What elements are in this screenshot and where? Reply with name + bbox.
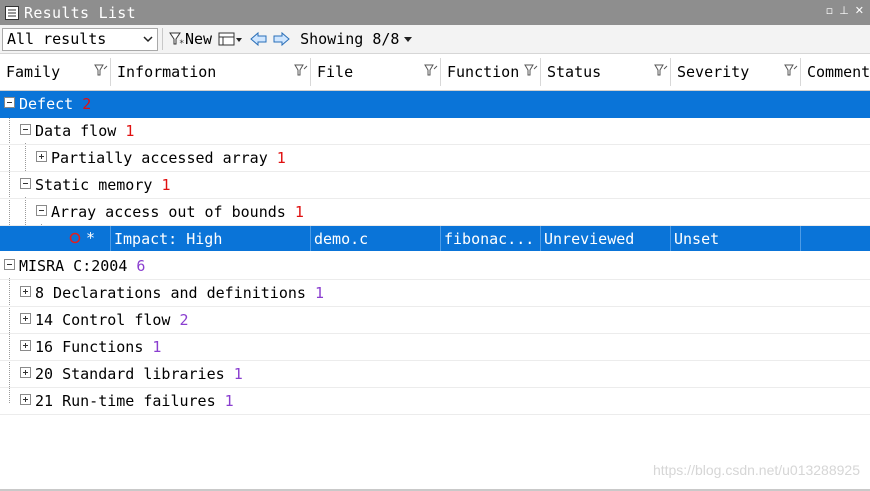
result-severity[interactable]: Unset <box>671 226 800 251</box>
tree-node-count: 1 <box>233 365 243 383</box>
tree-node-data-flow[interactable]: Data flow 1 <box>0 118 870 145</box>
tree-node-count: 1 <box>161 176 171 194</box>
expand-icon[interactable] <box>20 394 31 405</box>
window-title: Results List <box>24 3 136 22</box>
tree-node-count: 1 <box>294 203 304 221</box>
new-button-label: New <box>185 30 213 48</box>
previous-arrow-icon <box>250 31 267 47</box>
collapse-icon[interactable] <box>4 97 15 108</box>
column-filter-icon[interactable] <box>294 64 308 78</box>
tree-node-label: Defect <box>19 95 74 113</box>
column-information-label: Information <box>117 63 217 81</box>
tree-node-label: 16 Functions <box>35 338 144 356</box>
column-filter-icon[interactable] <box>654 64 668 78</box>
expand-icon[interactable] <box>20 367 31 378</box>
results-filter-value: All results <box>7 30 107 48</box>
result-information: Impact: High <box>114 229 223 248</box>
results-filter-select[interactable]: All results <box>2 27 158 51</box>
tree-node-misra[interactable]: MISRA C:2004 6 <box>0 253 870 280</box>
results-toolbar: All results * New Showing 8/8 <box>0 25 870 54</box>
previous-result-button[interactable] <box>250 31 268 47</box>
tree-node-label: MISRA C:2004 <box>19 257 128 275</box>
column-family-label: Family <box>6 63 61 81</box>
svg-text:*: * <box>179 39 184 47</box>
tree-node-count: 1 <box>152 338 162 356</box>
result-marker: * <box>86 229 96 247</box>
watermark-text: https://blog.csdn.net/u013288925 <box>652 462 860 478</box>
column-status[interactable]: Status <box>541 54 669 90</box>
tree-node-array-access-out-of-bounds[interactable]: Array access out of bounds 1 <box>0 199 870 226</box>
column-severity[interactable]: Severity <box>671 54 799 90</box>
column-file[interactable]: File <box>311 54 439 90</box>
tree-node-label: 8 Declarations and definitions <box>35 284 306 302</box>
column-filter-icon[interactable] <box>94 64 108 78</box>
collapse-icon[interactable] <box>20 124 31 135</box>
tree-node-static-memory[interactable]: Static memory 1 <box>0 172 870 199</box>
column-comment[interactable]: Comment <box>801 54 870 90</box>
column-header: Family Information File Function Status … <box>0 54 870 91</box>
tree-node-partially-accessed-array[interactable]: Partially accessed array 1 <box>0 145 870 172</box>
tree-node-count: 1 <box>125 122 135 140</box>
column-severity-label: Severity <box>677 63 750 81</box>
result-row[interactable]: * Impact: High demo.c fibonac... Unrevie… <box>0 226 870 251</box>
tree-node-label: Array access out of bounds <box>51 203 286 221</box>
column-filter-icon[interactable] <box>524 64 538 78</box>
tree-node-count: 6 <box>136 257 146 275</box>
result-file: demo.c <box>314 229 369 248</box>
result-comment[interactable] <box>801 226 870 251</box>
tree-node-count: 1 <box>224 392 234 410</box>
defect-circle-icon <box>69 232 81 244</box>
tree-node-misra-20[interactable]: 20 Standard libraries 1 <box>0 361 870 388</box>
next-arrow-icon <box>273 31 290 47</box>
tree-node-defect[interactable]: Defect 2 <box>0 91 870 118</box>
showing-label: Showing 8/8 <box>300 30 400 48</box>
expand-icon[interactable] <box>20 340 31 351</box>
column-filter-icon[interactable] <box>424 64 438 78</box>
toolbar-separator <box>162 28 165 50</box>
collapse-icon[interactable] <box>4 259 15 270</box>
column-filter-icon[interactable] <box>784 64 798 78</box>
column-information[interactable]: Information <box>111 54 309 90</box>
column-file-label: File <box>317 63 354 81</box>
chevron-down-icon <box>404 37 413 42</box>
tree-node-misra-8[interactable]: 8 Declarations and definitions 1 <box>0 280 870 307</box>
next-result-button[interactable] <box>272 31 290 47</box>
tree-node-count: 2 <box>82 95 92 113</box>
column-function-label: Function <box>447 63 520 81</box>
column-comment-label: Comment <box>807 63 870 81</box>
tree-node-misra-16[interactable]: 16 Functions 1 <box>0 334 870 361</box>
tree-node-label: 20 Standard libraries <box>35 365 225 383</box>
tree-node-count: 2 <box>179 311 189 329</box>
tree-node-count: 1 <box>276 149 286 167</box>
tree-node-misra-14[interactable]: 14 Control flow 2 <box>0 307 870 334</box>
tree-node-misra-21[interactable]: 21 Run-time failures 1 <box>0 388 870 415</box>
float-window-icon[interactable]: ▫ <box>826 4 833 17</box>
result-status[interactable]: Unreviewed <box>541 226 670 251</box>
tree-node-count: 1 <box>314 284 324 302</box>
expand-icon[interactable] <box>36 151 47 162</box>
collapse-icon[interactable] <box>20 178 31 189</box>
close-window-icon[interactable]: ✕ <box>855 4 864 17</box>
expand-icon[interactable] <box>20 313 31 324</box>
chevron-down-icon <box>143 36 153 43</box>
tree-node-label: Static memory <box>35 176 153 194</box>
window-titlebar: Results List ▫ ⊥ ✕ <box>0 0 870 25</box>
pin-window-icon[interactable]: ⊥ <box>839 4 849 17</box>
tree-node-label: 14 Control flow <box>35 311 171 329</box>
columns-menu-button[interactable] <box>218 31 244 47</box>
collapse-icon[interactable] <box>36 205 47 216</box>
tree-node-label: Data flow <box>35 122 117 140</box>
results-list-icon <box>5 5 19 20</box>
new-button[interactable]: * New <box>169 30 212 48</box>
column-status-label: Status <box>547 63 602 81</box>
result-function: fibonac... <box>444 229 535 248</box>
tree-node-label: Partially accessed array <box>51 149 268 167</box>
new-filter-icon: * <box>169 32 184 47</box>
tree-node-label: 21 Run-time failures <box>35 392 216 410</box>
columns-menu-icon <box>218 32 243 46</box>
expand-icon[interactable] <box>20 286 31 297</box>
showing-dropdown[interactable]: Showing 8/8 <box>300 30 414 48</box>
